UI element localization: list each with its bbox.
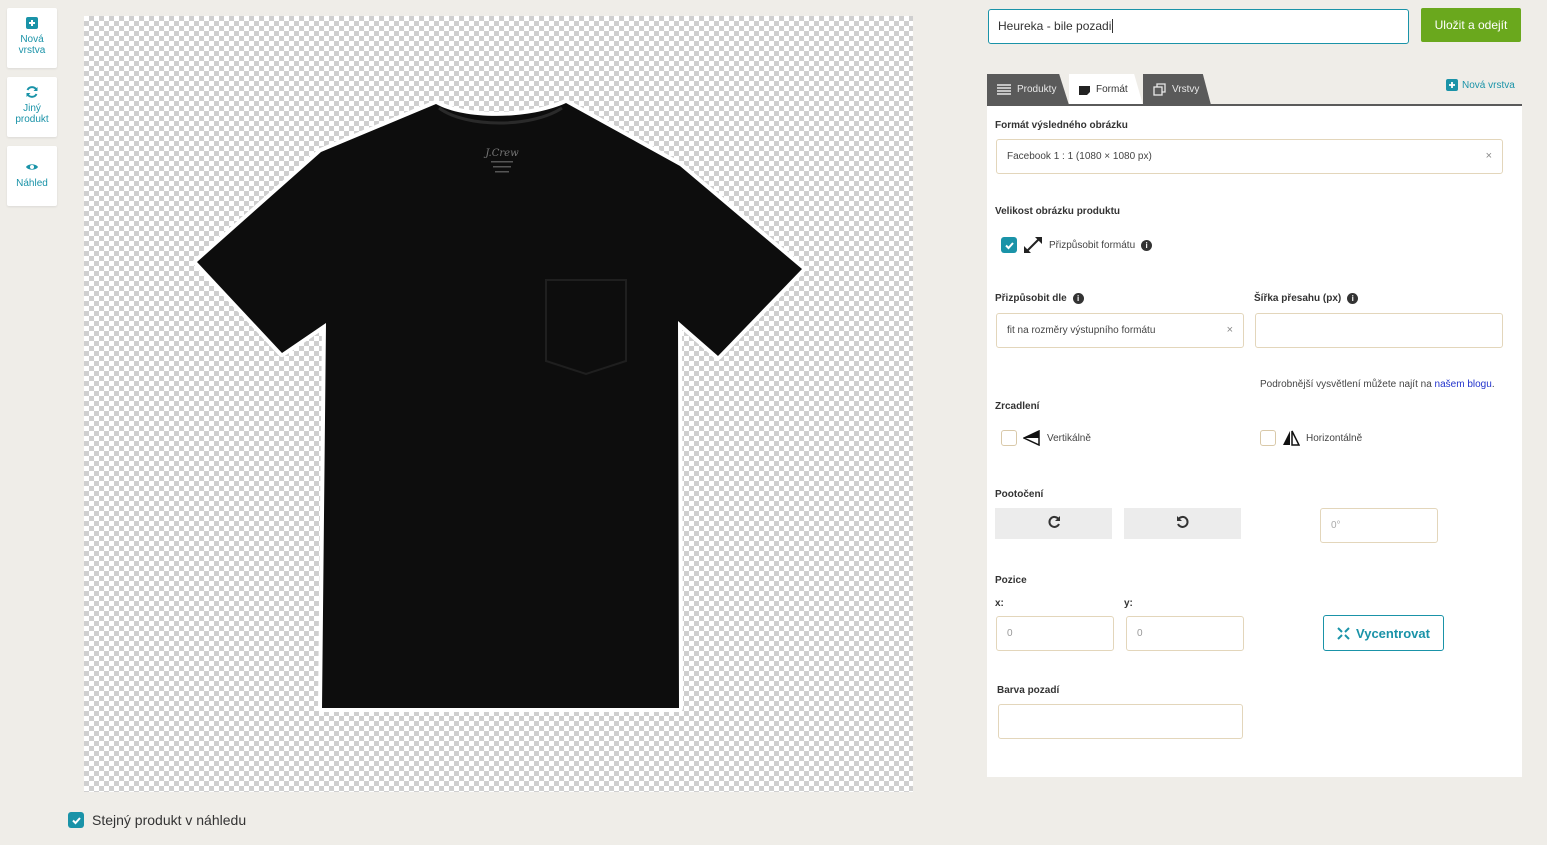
other-product-button[interactable]: Jiný produkt [7,77,57,137]
output-format-value: Facebook 1 : 1 (1080 × 1080 px) [1007,151,1152,162]
tab-format-label: Formát [1096,84,1128,95]
refresh-icon [26,86,38,98]
tab-format[interactable]: Formát [1069,74,1143,105]
fit-format-label: Přizpůsobit formátu [1049,239,1136,251]
mirror-horizontal-checkbox[interactable] [1260,430,1276,446]
new-layer-link[interactable]: Nová vrstva [1446,79,1515,91]
y-label: y: [1124,598,1133,609]
info-icon[interactable]: i [1072,293,1084,304]
mirror-label: Zrcadlení [995,401,1040,412]
fit-by-label: Přizpůsobit dle i [995,293,1084,304]
background-color-label: Barva pozadí [997,685,1060,696]
plus-square-icon [1446,79,1458,91]
center-button-label: Vycentrovat [1356,625,1430,641]
same-product-checkbox[interactable] [68,812,84,828]
other-product-label: Jiný produkt [15,103,49,125]
tab-layers-label: Vrstvy [1172,84,1200,95]
preview-button[interactable]: Náhled [7,146,57,206]
list-icon [997,84,1011,95]
rotate-right-icon [1047,515,1060,528]
rotation-label: Pootočení [995,489,1044,500]
mirror-horizontal-option[interactable]: Horizontálně [1260,430,1362,446]
fit-format-checkbox[interactable] [1001,237,1017,253]
flip-horizontal-icon [1283,430,1300,446]
editor-canvas[interactable]: J.Crew [84,16,913,792]
check-icon [71,816,81,824]
eye-icon [26,164,38,170]
fit-by-value: fit na rozměry výstupního formátu [1007,325,1156,336]
rotate-clockwise-button[interactable] [995,508,1112,539]
mirror-vertical-label: Vertikálně [1047,432,1091,444]
blog-hint: Podrobnější vysvětlení můžete najít na n… [1260,379,1495,390]
position-x-input[interactable]: 0 [996,616,1114,651]
overflow-width-input[interactable] [1255,313,1503,348]
rotate-counterclockwise-button[interactable] [1124,508,1241,539]
mirror-horizontal-label: Horizontálně [1306,432,1363,444]
mirror-vertical-option[interactable]: Vertikálně [1001,430,1091,446]
new-layer-button[interactable]: Nová vrstva [7,8,57,68]
rotation-angle-input[interactable]: 0° [1320,508,1438,543]
output-format-label: Formát výsledného obrázku [995,120,1128,131]
expand-arrows-icon [1024,237,1042,253]
plus-square-icon [26,17,38,29]
product-size-label: Velikost obrázku produktu [995,206,1121,217]
template-name-input[interactable]: Heureka - bile pozadi [988,9,1409,44]
same-product-label: Stejný produkt v náhledu [92,812,247,828]
preview-label: Náhled [16,178,48,189]
tab-products[interactable]: Produkty [987,74,1069,105]
fit-format-option[interactable]: Přizpůsobit formátu i [1001,236,1153,254]
position-label: Pozice [995,575,1027,586]
mirror-vertical-checkbox[interactable] [1001,430,1017,446]
compress-arrows-icon [1337,626,1350,640]
tab-products-label: Produkty [1017,84,1057,95]
check-icon [1004,241,1014,249]
tshirt-product-image[interactable]: J.Crew [84,16,913,792]
overflow-width-label: Šířka přesahu (px) i [1254,293,1359,304]
flip-vertical-icon [1023,430,1040,446]
blog-hint-text: Podrobnější vysvětlení můžete najít na [1260,379,1432,390]
format-icon [1079,86,1090,95]
rotate-left-icon [1176,515,1189,528]
position-y-input[interactable]: 0 [1126,616,1244,651]
clear-icon[interactable]: × [1486,140,1492,173]
background-color-input[interactable] [998,704,1243,739]
fit-by-select[interactable]: fit na rozměry výstupního formátu × [996,313,1244,348]
x-label: x: [995,598,1004,609]
clear-icon[interactable]: × [1227,314,1233,347]
info-icon[interactable]: i [1347,293,1359,304]
new-layer-link-label: Nová vrstva [1462,79,1515,91]
same-product-toggle[interactable]: Stejný produkt v náhledu [68,812,246,828]
output-format-select[interactable]: Facebook 1 : 1 (1080 × 1080 px) × [996,139,1503,174]
save-and-exit-button[interactable]: Uložit a odejít [1421,8,1521,42]
center-button[interactable]: Vycentrovat [1323,615,1444,651]
new-layer-label: Nová vrstva [18,34,46,56]
info-icon[interactable]: i [1141,239,1153,251]
svg-text:J.Crew: J.Crew [483,148,519,159]
text-caret [1112,19,1114,33]
template-name-value: Heureka - bile pozadi [998,19,1112,33]
blog-link[interactable]: našem blogu [1435,379,1492,390]
layers-icon [1153,83,1166,96]
blog-hint-dot: . [1491,379,1495,390]
tab-layers[interactable]: Vrstvy [1143,74,1211,105]
